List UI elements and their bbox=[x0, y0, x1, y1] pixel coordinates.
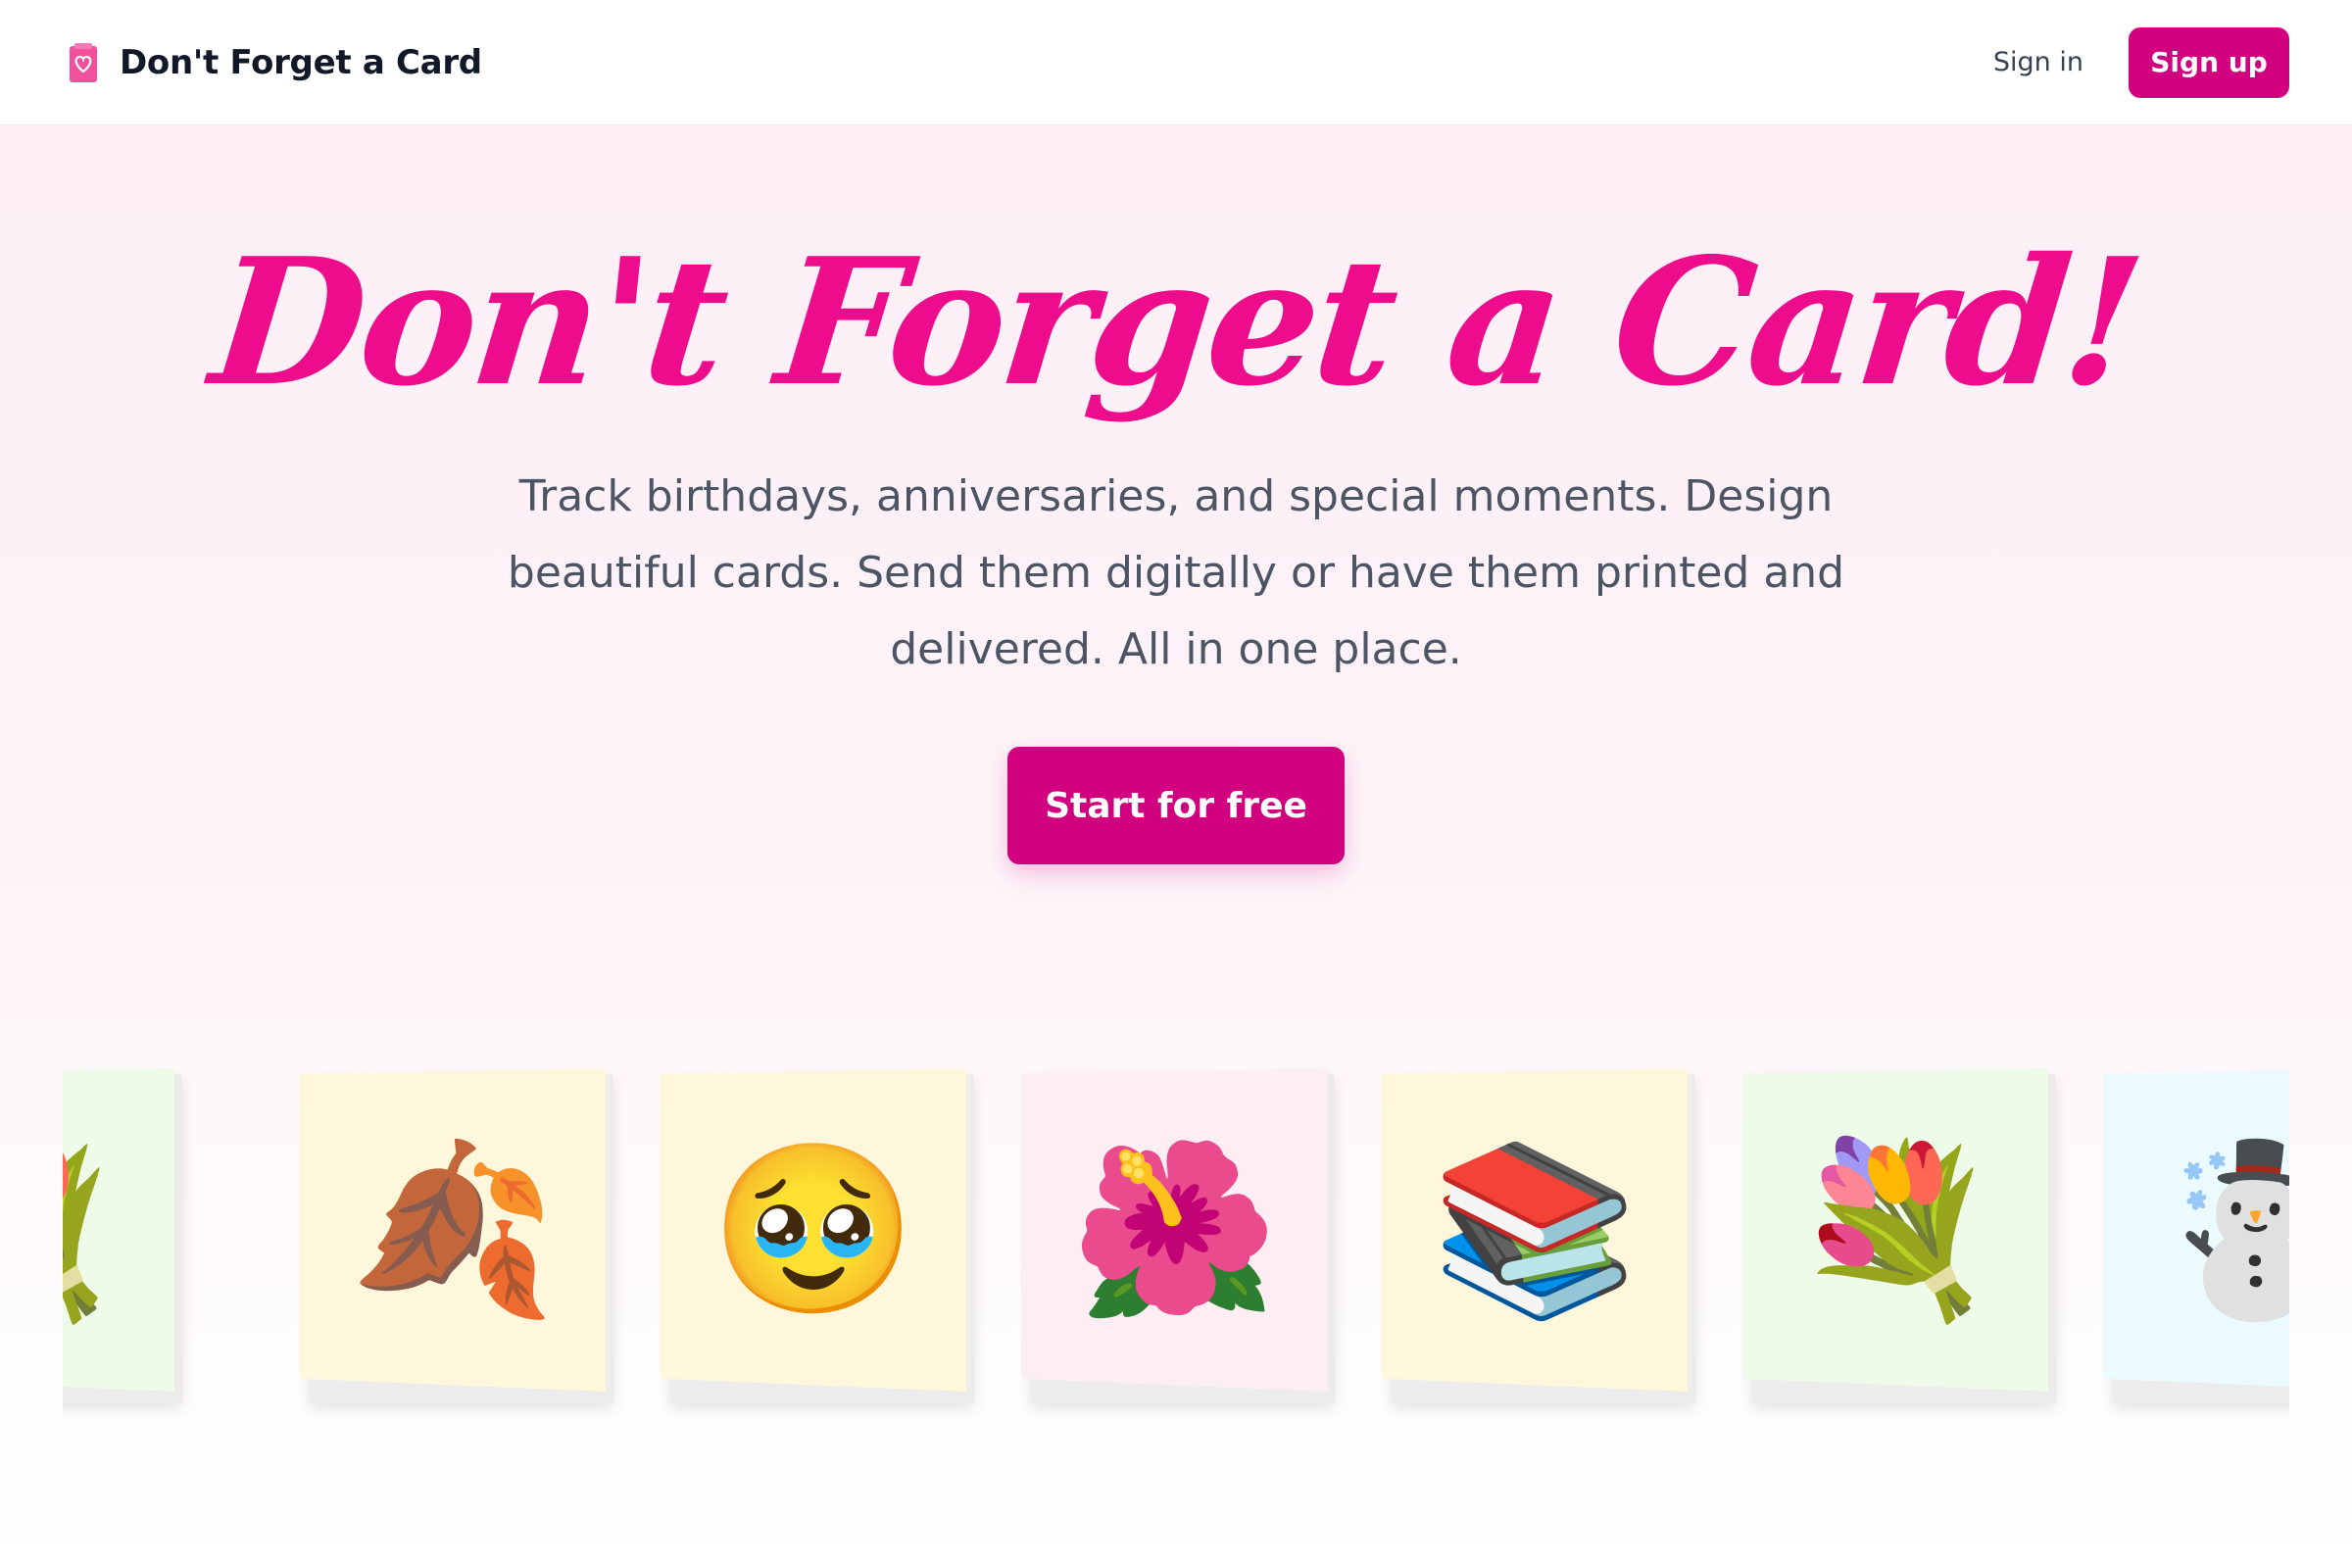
card-preview[interactable]: 💐 bbox=[1742, 1068, 2056, 1403]
card-preview[interactable]: 📚 bbox=[1382, 1068, 1695, 1403]
card-front: 🌺 bbox=[1021, 1068, 1327, 1392]
card-front: 📚 bbox=[1382, 1068, 1688, 1392]
start-for-free-button[interactable]: Start for free bbox=[1007, 747, 1345, 864]
card-carousel[interactable]: 💐 🍂 🥹 🌺 📚 💐 ☃️ bbox=[63, 921, 2289, 1431]
hibiscus-icon: 🌺 bbox=[1070, 1133, 1278, 1327]
card-front: 💐 bbox=[63, 1068, 174, 1392]
sign-up-button[interactable]: Sign up bbox=[2129, 26, 2289, 98]
card-preview[interactable]: ☃️ bbox=[2103, 1068, 2289, 1403]
card-preview[interactable]: 🥹 bbox=[661, 1068, 974, 1403]
hero-subtext: Track birthdays, anniversaries, and spec… bbox=[507, 471, 1845, 674]
card-front: 💐 bbox=[1742, 1068, 2048, 1392]
bouquet-icon: 💐 bbox=[1791, 1133, 1999, 1327]
top-nav: Don't Forget a Card Sign in Sign up bbox=[0, 0, 2352, 125]
card-preview[interactable]: 💐 bbox=[63, 1068, 182, 1403]
brand-name: Don't Forget a Card bbox=[120, 42, 482, 82]
bouquet-icon: 💐 bbox=[63, 1147, 125, 1313]
card-front: 🍂 bbox=[300, 1068, 606, 1392]
sign-in-button[interactable]: Sign in bbox=[1993, 47, 2083, 77]
hero-headline: Don't Forget a Card! bbox=[203, 220, 2149, 424]
teary-face-icon: 🥹 bbox=[710, 1133, 917, 1327]
card-front: ☃️ bbox=[2103, 1068, 2289, 1392]
card-front: 🥹 bbox=[661, 1068, 966, 1392]
card-heart-icon bbox=[70, 42, 97, 82]
brand[interactable]: Don't Forget a Card bbox=[69, 42, 482, 83]
fallen-leaves-icon: 🍂 bbox=[349, 1133, 557, 1327]
auth-nav: Sign in Sign up bbox=[1993, 26, 2289, 98]
card-preview[interactable]: 🌺 bbox=[1021, 1068, 1335, 1403]
books-icon: 📚 bbox=[1431, 1133, 1639, 1327]
card-preview[interactable]: 🍂 bbox=[300, 1068, 613, 1403]
snowman-icon: ☃️ bbox=[2152, 1133, 2289, 1327]
